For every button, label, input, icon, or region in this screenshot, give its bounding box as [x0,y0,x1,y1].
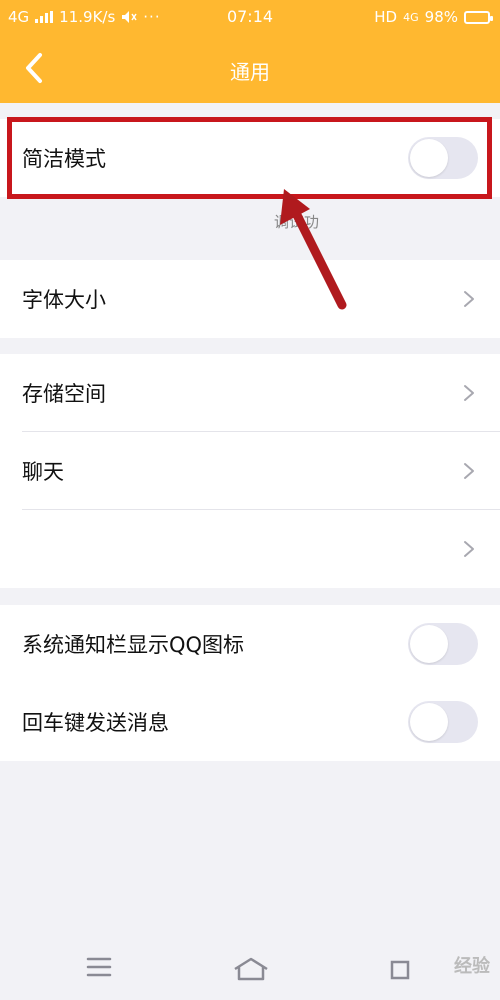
enter-send-row[interactable]: 回车键发送消息 [0,683,500,761]
chevron-right-icon [464,463,474,479]
font-size-label: 字体大小 [22,288,106,312]
storage-row[interactable]: 存储空间 [0,354,500,432]
storage-chat-card: 存储空间 聊天 [0,354,500,588]
back-icon[interactable] [388,956,414,982]
simple-mode-toggle[interactable] [408,137,478,179]
app-header: 4G 11.9K/s ··· 07:14 HD 4G 98% 通用 [0,0,500,103]
simple-mode-card: 简洁模式 [0,119,500,197]
chat-row[interactable]: 聊天 [0,432,500,510]
nav-bar: 通用 [0,36,500,103]
battery-percent: 98% [424,8,458,26]
enter-send-label: 回车键发送消息 [22,711,169,735]
simple-mode-label: 简洁模式 [22,147,106,171]
watermark-text: 经验 [454,956,490,977]
status-bar: 4G 11.9K/s ··· 07:14 HD 4G 98% [0,0,500,36]
notify-icon-toggle[interactable] [408,623,478,665]
battery-icon [464,10,493,24]
page-title: 通用 [230,60,270,84]
font-size-row[interactable]: 字体大小 [0,260,500,338]
simple-mode-row[interactable]: 简洁模式 [0,119,500,197]
menu-icon[interactable] [86,956,112,978]
notify-icon-row[interactable]: 系统通知栏显示QQ图标 [0,605,500,683]
status-right: HD 4G 98% [374,8,493,26]
notify-icon-label: 系统通知栏显示QQ图标 [22,633,245,657]
toggle-knob [410,139,448,177]
home-icon[interactable] [232,956,270,982]
debug-caption: 调试功 [274,213,320,231]
toggle-knob [410,703,448,741]
chevron-right-icon [464,291,474,307]
toggle-knob [410,625,448,663]
enter-send-toggle[interactable] [408,701,478,743]
font-size-card: 字体大小 [0,260,500,338]
chevron-right-icon [464,385,474,401]
system-nav-bar [0,940,500,1000]
notification-card: 系统通知栏显示QQ图标 回车键发送消息 [0,605,500,761]
chevron-right-icon [464,541,474,557]
blank-row[interactable] [0,510,500,588]
network-right-label: 4G [403,10,419,24]
hd-label: HD [374,8,398,26]
chat-label: 聊天 [22,460,64,484]
storage-label: 存储空间 [22,382,106,406]
